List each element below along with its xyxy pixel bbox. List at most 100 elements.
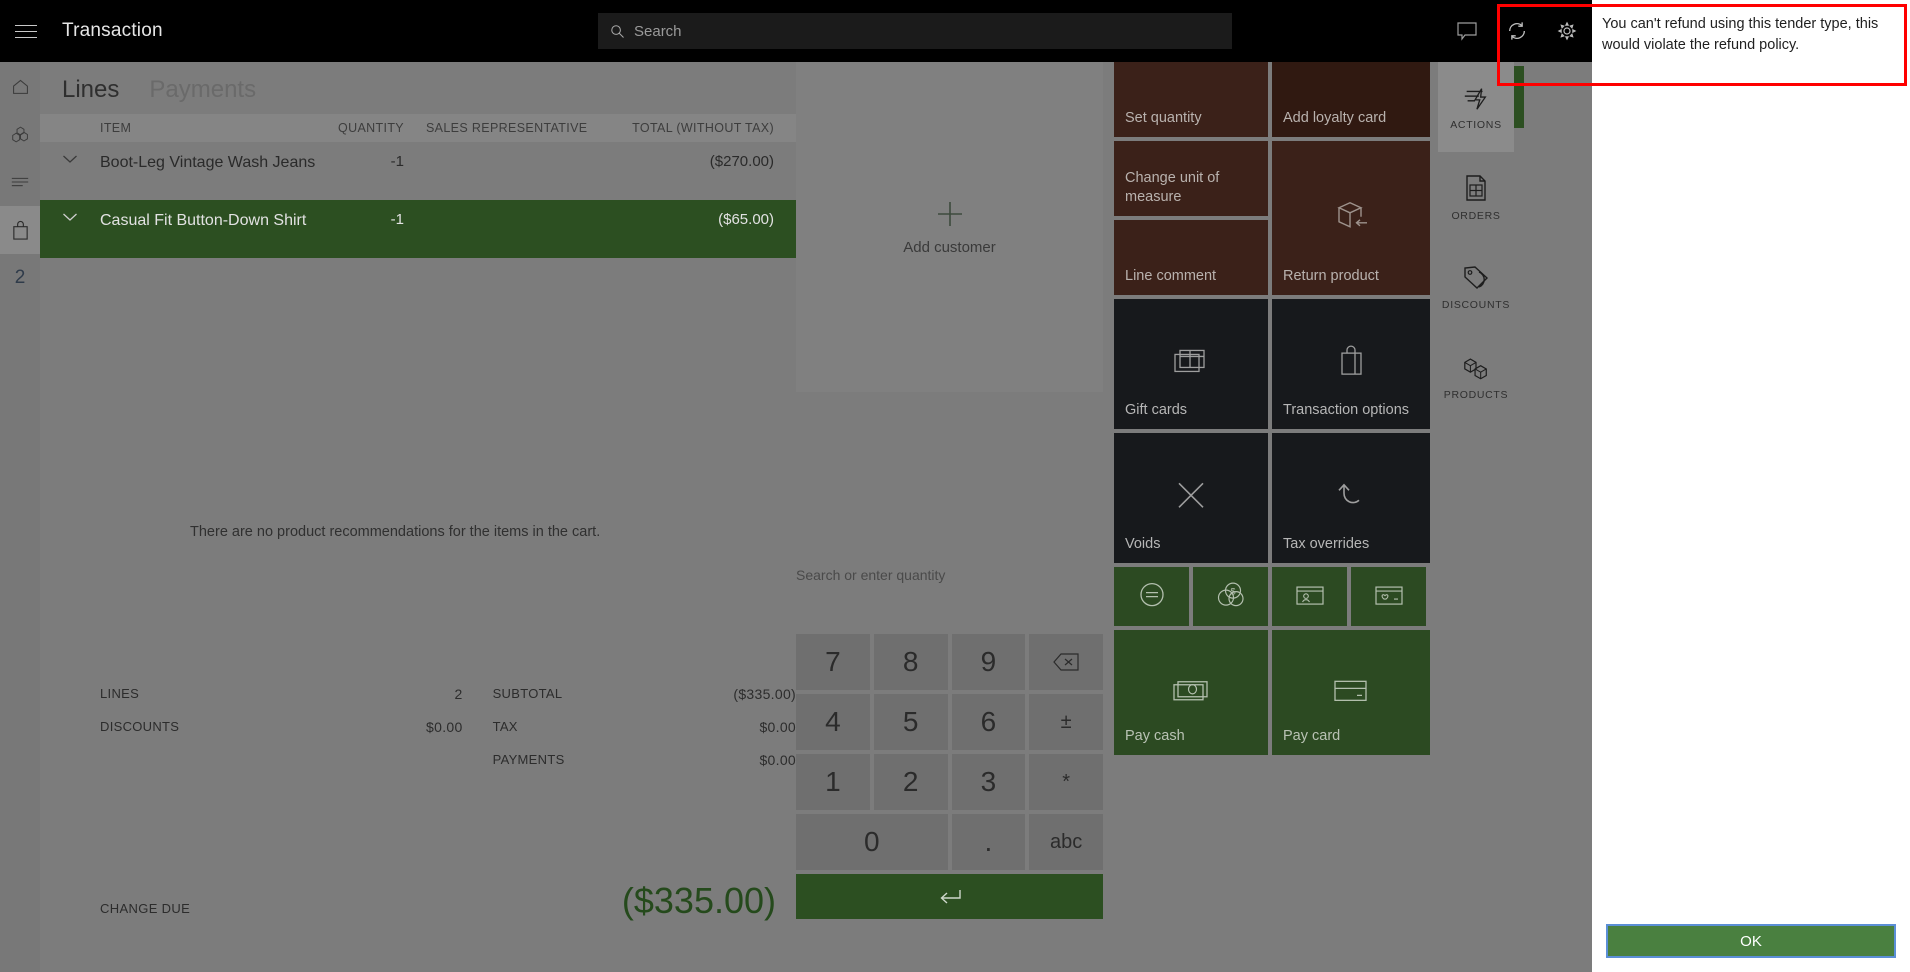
tile-label: Voids (1125, 536, 1161, 552)
key-4[interactable]: 4 (796, 694, 870, 750)
tile-pay-card[interactable]: Pay card (1272, 630, 1430, 755)
tab-payments[interactable]: Payments (149, 76, 256, 104)
line-item-name: Casual Fit Button-Down Shirt (100, 212, 307, 229)
column-header-item: ITEM (100, 121, 132, 135)
discounts-label: DISCOUNTS (100, 719, 180, 734)
totals-row-discounts-tax: DISCOUNTS $0.00 TAX $0.00 (58, 710, 796, 743)
totals-row-payments: PAYMENTS $0.00 (58, 743, 796, 776)
tile-label: Pay card (1283, 728, 1341, 744)
key-2[interactable]: 2 (873, 754, 948, 810)
key-0[interactable]: 0 (796, 814, 948, 870)
sidebar-label: PRODUCTS (1443, 388, 1509, 401)
table-row[interactable]: Casual Fit Button-Down Shirt -1 ($65.00) (40, 200, 796, 258)
search-input[interactable]: Search (598, 13, 1232, 49)
key-1[interactable]: 1 (796, 754, 870, 810)
tile-change-unit-of-measure[interactable]: Change unit of measure (1114, 141, 1268, 216)
backspace-icon[interactable] (1029, 634, 1103, 690)
currency-exchange-icon: $ (1193, 579, 1268, 609)
key-asterisk[interactable]: * (1029, 754, 1103, 810)
tile-label: Return product (1283, 268, 1379, 284)
refresh-icon[interactable] (1492, 0, 1542, 62)
key-9[interactable]: 9 (951, 634, 1026, 690)
key-7[interactable]: 7 (796, 634, 870, 690)
column-header-sales-rep: SALES REPRESENTATIVE (426, 121, 588, 135)
table-row[interactable]: Boot-Leg Vintage Wash Jeans -1 ($270.00) (40, 142, 796, 200)
lines-value: 2 (454, 685, 463, 702)
tile-loyalty-card[interactable] (1351, 567, 1426, 626)
sidebar-item-products[interactable] (0, 110, 40, 158)
customer-card-icon (1272, 583, 1347, 607)
cart-column-headers: ITEM QUANTITY SALES REPRESENTATIVE TOTAL… (40, 114, 796, 142)
tile-row-2: Change unit of measure Line comment Retu… (1114, 141, 1434, 295)
sidebar-item-lines[interactable] (0, 158, 40, 206)
notification-icon[interactable] (1442, 0, 1492, 62)
key-5[interactable]: 5 (873, 694, 948, 750)
tile-transaction-options[interactable]: Transaction options (1272, 299, 1430, 429)
payments-label: PAYMENTS (492, 752, 565, 767)
sidebar-item-discounts[interactable]: DISCOUNTS (1438, 242, 1514, 332)
chevron-down-icon[interactable] (40, 152, 100, 164)
tile-set-quantity[interactable]: Set quantity (1114, 62, 1268, 137)
key-decimal[interactable]: . (951, 814, 1026, 870)
sidebar-label: ORDERS (1451, 209, 1501, 222)
search-placeholder: Search (634, 22, 682, 40)
tile-row-5: $ (1114, 567, 1434, 626)
tile-row-1: Set quantity Add loyalty card (1114, 62, 1434, 137)
actions-selected-accent-bar (1514, 66, 1524, 128)
orders-document-icon (1463, 173, 1489, 203)
payments-value: $0.00 (759, 751, 797, 768)
top-command-bar: Transaction Search (0, 0, 1592, 62)
top-bar-icon-group (1442, 0, 1592, 62)
tile-row-4: Voids Tax overrides (1114, 433, 1434, 563)
hamburger-icon[interactable] (0, 0, 52, 62)
tile-voids[interactable]: Voids (1114, 433, 1268, 563)
tile-customer-card[interactable] (1272, 567, 1347, 626)
tile-pay-cash[interactable]: Pay cash (1114, 630, 1268, 755)
settings-gear-icon[interactable] (1542, 0, 1592, 62)
shopping-bag-icon (1272, 343, 1430, 379)
tile-add-loyalty-card[interactable]: Add loyalty card (1272, 62, 1430, 137)
subtotal-value: ($335.00) (733, 685, 797, 702)
products-boxes-icon (1461, 354, 1491, 382)
tile-tax-overrides[interactable]: Tax overrides (1272, 433, 1430, 563)
tile-exact-amount[interactable] (1114, 567, 1189, 626)
search-icon (610, 24, 625, 39)
change-due-row: CHANGE DUE ($335.00) (100, 880, 776, 922)
key-abc[interactable]: abc (1029, 814, 1103, 870)
key-3[interactable]: 3 (951, 754, 1026, 810)
tab-lines[interactable]: Lines (62, 76, 119, 104)
ok-button[interactable]: OK (1606, 924, 1896, 958)
subtotal-label: SUBTOTAL (492, 686, 563, 701)
tile-currency-exchange[interactable]: $ (1193, 567, 1268, 626)
change-due-label: CHANGE DUE (100, 901, 191, 916)
enter-arrow-icon[interactable] (796, 874, 1103, 919)
credit-card-icon (1272, 677, 1430, 704)
sidebar-item-home[interactable] (0, 62, 40, 110)
tile-return-product[interactable]: Return product (1272, 141, 1430, 295)
transaction-totals: LINES 2 SUBTOTAL ($335.00) DISCOUNTS $0.… (58, 677, 796, 776)
discounts-value: $0.00 (426, 718, 463, 735)
svg-text:$: $ (1230, 586, 1235, 596)
sidebar-item-cart[interactable] (0, 206, 40, 254)
tile-row-3: Gift cards Transaction options (1114, 299, 1434, 429)
quantity-entry-hint: Search or enter quantity (796, 567, 946, 583)
dialog-message: You can't refund using this tender type,… (1602, 16, 1879, 53)
actions-lightning-icon (1462, 84, 1490, 112)
key-6[interactable]: 6 (951, 694, 1026, 750)
sidebar-item-actions[interactable]: ACTIONS (1438, 62, 1514, 152)
tile-line-comment[interactable]: Line comment (1114, 220, 1268, 295)
add-customer-button[interactable]: Add customer (796, 62, 1103, 392)
numeric-keypad: 7 8 9 4 5 6 ± 1 2 3 * 0 . abc (796, 634, 1103, 919)
line-item-total: ($270.00) (709, 153, 774, 170)
add-customer-label: Add customer (903, 238, 996, 256)
sidebar-item-orders[interactable]: ORDERS (1438, 152, 1514, 242)
key-plus-minus[interactable]: ± (1029, 694, 1103, 750)
loyalty-card-icon (1351, 583, 1426, 607)
key-8[interactable]: 8 (873, 634, 948, 690)
line-item-quantity: -1 (390, 211, 404, 228)
gift-card-icon (1114, 345, 1268, 377)
sidebar-item-products[interactable]: PRODUCTS (1438, 332, 1514, 422)
chevron-down-icon[interactable] (40, 210, 100, 222)
exact-amount-icon (1114, 579, 1189, 609)
tile-gift-cards[interactable]: Gift cards (1114, 299, 1268, 429)
